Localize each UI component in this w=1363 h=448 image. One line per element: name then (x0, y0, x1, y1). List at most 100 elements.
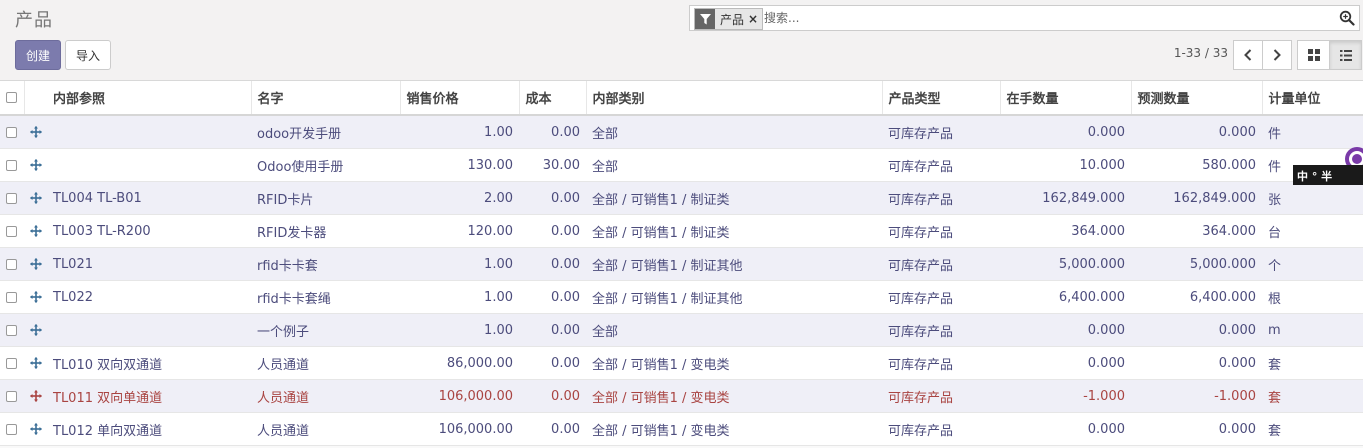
drag-handle-icon[interactable] (30, 192, 42, 204)
row-select-cell[interactable] (0, 412, 24, 446)
cell-name: 人员通道 (251, 412, 400, 446)
row-handle-cell[interactable] (24, 346, 47, 380)
col-header-cost[interactable]: 成本 (518, 80, 586, 116)
row-select-cell[interactable] (0, 181, 24, 215)
table-row[interactable]: 一个例子 1.00 0.00 全部 可库存产品 0.000 0.000 m (0, 313, 1363, 347)
row-checkbox[interactable] (6, 258, 17, 270)
create-button[interactable]: 创建 (15, 40, 61, 70)
row-checkbox[interactable] (6, 357, 17, 369)
table-row[interactable]: TL012 单向双通道 人员通道 106,000.00 0.00 全部 / 可销售1 /… (0, 412, 1363, 446)
drag-handle-icon[interactable] (30, 159, 42, 171)
row-select-cell[interactable] (0, 148, 24, 182)
cell-forecast: 364.000 (1131, 214, 1262, 248)
col-header-category[interactable]: 内部类别 (585, 80, 882, 116)
row-select-cell[interactable] (0, 379, 24, 413)
row-select-cell[interactable] (0, 313, 24, 347)
cell-type: 可库存产品 (882, 148, 1000, 182)
drag-handle-icon[interactable] (30, 357, 42, 369)
cell-cost: 0.00 (519, 115, 586, 149)
handle-header (23, 80, 47, 116)
facet-remove-icon[interactable]: × (747, 9, 762, 29)
row-checkbox[interactable] (6, 291, 17, 303)
cell-name: RFID卡片 (251, 181, 400, 215)
cell-category: 全部 / 可销售1 / 变电类 (586, 379, 882, 413)
cell-name: rfid卡卡套 (251, 247, 400, 281)
table-row[interactable]: odoo开发手册 1.00 0.00 全部 可库存产品 0.000 0.000 件 (0, 115, 1363, 149)
cell-type: 可库存产品 (882, 214, 1000, 248)
cell-ref (47, 313, 251, 347)
cell-name: 人员通道 (251, 346, 400, 380)
drag-handle-icon[interactable] (30, 390, 42, 402)
row-select-cell[interactable] (0, 346, 24, 380)
chevron-left-icon (1244, 49, 1252, 61)
cell-onhand: 162,849.000 (1000, 181, 1131, 215)
table-row[interactable]: TL010 双向双通道 人员通道 86,000.00 0.00 全部 / 可销售1 / … (0, 346, 1363, 380)
row-handle-cell[interactable] (24, 313, 47, 347)
row-select-cell[interactable] (0, 247, 24, 281)
row-handle-cell[interactable] (24, 214, 47, 248)
row-checkbox[interactable] (6, 192, 17, 204)
pager-next-button[interactable] (1262, 40, 1292, 70)
col-header-type[interactable]: 产品类型 (881, 80, 1000, 116)
row-handle-cell[interactable] (24, 247, 47, 281)
row-checkbox[interactable] (6, 324, 17, 336)
row-checkbox[interactable] (6, 423, 17, 435)
table-row[interactable]: TL021 rfid卡卡套 1.00 0.00 全部 / 可销售1 / 制证其他 可库存产… (0, 247, 1363, 281)
pager-previous-button[interactable] (1233, 40, 1263, 70)
col-header-onhand[interactable]: 在手数量 (999, 80, 1131, 116)
cell-price: 120.00 (400, 214, 519, 248)
col-header-ref[interactable]: 内部参照 (47, 80, 251, 116)
cell-category: 全部 / 可销售1 / 制证类 (586, 181, 882, 215)
cell-ref: TL021 (47, 247, 251, 281)
row-checkbox[interactable] (6, 390, 17, 402)
search-input[interactable] (764, 9, 1324, 27)
import-button[interactable]: 导入 (65, 40, 111, 70)
row-handle-cell[interactable] (24, 115, 47, 149)
select-all-cell[interactable] (0, 80, 24, 116)
cell-uom: 张 (1262, 181, 1363, 215)
drag-handle-icon[interactable] (30, 324, 42, 336)
table-row[interactable]: TL022 rfid卡卡套绳 1.00 0.00 全部 / 可销售1 / 制证其他 可库存… (0, 280, 1363, 314)
drag-handle-icon[interactable] (30, 225, 42, 237)
search-box[interactable]: 产品 × (689, 5, 1360, 31)
col-header-price[interactable]: 销售价格 (399, 80, 519, 116)
drag-handle-icon[interactable] (30, 423, 42, 435)
kanban-view-button[interactable] (1297, 40, 1330, 70)
row-checkbox[interactable] (6, 126, 17, 138)
table-row[interactable]: Odoo使用手册 130.00 30.00 全部 可库存产品 10.000 580.000 件 (0, 148, 1363, 182)
row-handle-cell[interactable] (24, 412, 47, 446)
search-icon[interactable] (1339, 10, 1355, 26)
cell-onhand: 5,000.000 (1000, 247, 1131, 281)
widget-label: 中 ° 半 (1297, 169, 1332, 183)
row-handle-cell[interactable] (24, 181, 47, 215)
row-handle-cell[interactable] (24, 379, 47, 413)
drag-handle-icon[interactable] (30, 258, 42, 270)
row-select-cell[interactable] (0, 115, 24, 149)
table-row[interactable]: TL003 TL-R200 RFID发卡器 120.00 0.00 全部 / 可销售1 … (0, 214, 1363, 248)
col-header-uom[interactable]: 计量单位 (1261, 80, 1363, 116)
cell-uom: 个 (1262, 247, 1363, 281)
table-row[interactable]: TL011 双向单通道 人员通道 106,000.00 0.00 全部 / 可销售1 /… (0, 379, 1363, 413)
cell-ref: TL004 TL-B01 (47, 181, 251, 215)
col-header-name[interactable]: 名字 (250, 80, 400, 116)
row-handle-cell[interactable] (24, 280, 47, 314)
table-row[interactable]: TL004 TL-B01 RFID卡片 2.00 0.00 全部 / 可销售1 / 制证… (0, 181, 1363, 215)
drag-handle-icon[interactable] (30, 291, 42, 303)
row-checkbox[interactable] (6, 159, 17, 171)
select-all-checkbox[interactable] (6, 92, 17, 103)
cell-price: 106,000.00 (400, 379, 519, 413)
pager-value[interactable]: 1-33 / 33 (1174, 46, 1228, 60)
row-checkbox[interactable] (6, 225, 17, 237)
row-select-cell[interactable] (0, 280, 24, 314)
cell-category: 全部 / 可销售1 / 制证类 (586, 214, 882, 248)
floating-widget[interactable]: 中 ° 半 (1293, 143, 1363, 185)
cell-forecast: 6,400.000 (1131, 280, 1262, 314)
drag-handle-icon[interactable] (30, 126, 42, 138)
col-header-forecast[interactable]: 预测数量 (1130, 80, 1262, 116)
list-view-button[interactable] (1329, 40, 1362, 70)
row-select-cell[interactable] (0, 214, 24, 248)
cell-cost: 0.00 (519, 214, 586, 248)
cell-category: 全部 / 可销售1 / 变电类 (586, 346, 882, 380)
cell-price: 2.00 (400, 181, 519, 215)
row-handle-cell[interactable] (24, 148, 47, 182)
